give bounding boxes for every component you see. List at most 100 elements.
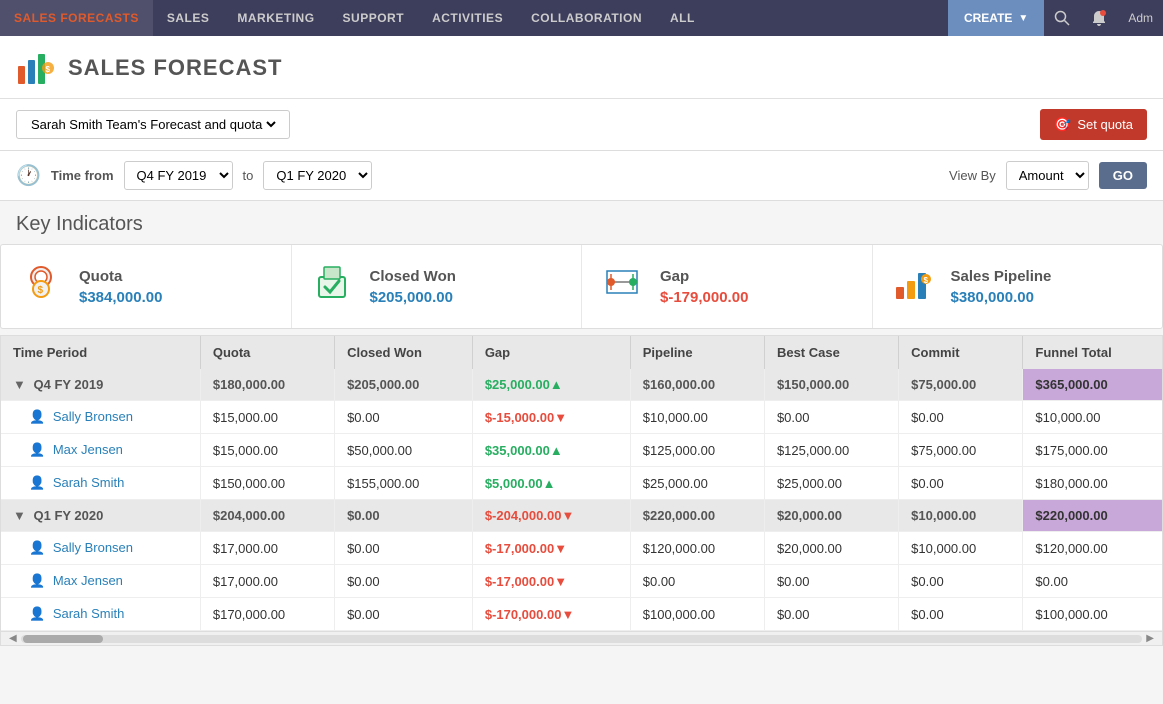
person-funnel-total-0-0: $10,000.00 — [1023, 401, 1162, 434]
table-row: 👤 Max Jensen $17,000.00 $0.00 $-17,000.0… — [1, 565, 1162, 598]
nav-item-sales[interactable]: SALES — [153, 0, 224, 36]
person-closed-won-1-1: $0.00 — [335, 565, 473, 598]
person-pipeline-1-0: $120,000.00 — [630, 532, 764, 565]
page-header: $ SALES FORECAST — [0, 36, 1163, 99]
time-icon: 🕐 — [16, 163, 41, 188]
sales-pipeline-label: Sales Pipeline — [951, 268, 1052, 285]
period-quota-0: $180,000.00 — [200, 369, 334, 401]
person-pipeline-0-1: $125,000.00 — [630, 434, 764, 467]
svg-text:$: $ — [923, 276, 928, 285]
col-gap: Gap — [472, 336, 630, 369]
target-icon: 🎯 — [1054, 116, 1071, 133]
top-navigation: SALES FORECASTS SALES MARKETING SUPPORT … — [0, 0, 1163, 36]
person-pipeline-1-1: $0.00 — [630, 565, 764, 598]
forecast-table: Time Period Quota Closed Won Gap Pipelin… — [1, 336, 1162, 631]
time-from-select[interactable]: Q4 FY 2019 — [124, 161, 233, 190]
person-pipeline-0-2: $25,000.00 — [630, 467, 764, 500]
create-button[interactable]: CREATE ▼ — [948, 0, 1044, 36]
person-icon: 👤 — [29, 409, 45, 424]
quota-value: $384,000.00 — [79, 289, 162, 306]
sales-forecast-icon: $ — [16, 48, 56, 88]
indicator-sales-pipeline: $ Sales Pipeline $380,000.00 — [873, 245, 1163, 328]
person-link[interactable]: Sarah Smith — [53, 475, 125, 490]
key-indicators-heading: Key Indicators — [0, 201, 1163, 244]
table-row: 👤 Sarah Smith $170,000.00 $0.00 $-170,00… — [1, 598, 1162, 631]
time-from-label: Time from — [51, 168, 114, 183]
page-title: SALES FORECAST — [68, 55, 282, 81]
period-closed-won-1: $0.00 — [335, 500, 473, 532]
person-link[interactable]: Max Jensen — [53, 442, 123, 457]
quota-icon: $ — [17, 259, 65, 314]
key-indicators-container: $ Quota $384,000.00 Closed Won $205,000.… — [0, 244, 1163, 329]
horizontal-scrollbar[interactable]: ◀ ▶ — [1, 631, 1162, 645]
person-pipeline-0-0: $10,000.00 — [630, 401, 764, 434]
nav-item-sales-forecasts[interactable]: SALES FORECASTS — [0, 0, 153, 36]
search-icon-button[interactable] — [1044, 0, 1080, 36]
chevron-icon[interactable]: ▼ — [13, 377, 26, 392]
table-row: 👤 Max Jensen $15,000.00 $50,000.00 $35,0… — [1, 434, 1162, 467]
col-funnel-total: Funnel Total — [1023, 336, 1162, 369]
sales-pipeline-value: $380,000.00 — [951, 289, 1052, 306]
svg-text:$: $ — [46, 65, 51, 74]
create-label: CREATE — [964, 11, 1012, 25]
table-row: 👤 Sally Bronsen $17,000.00 $0.00 $-17,00… — [1, 532, 1162, 565]
gap-icon — [598, 259, 646, 314]
person-link[interactable]: Sally Bronsen — [53, 409, 133, 424]
person-link[interactable]: Max Jensen — [53, 573, 123, 588]
person-gap-0-1: $35,000.00▲ — [472, 434, 630, 467]
sales-pipeline-icon: $ — [889, 259, 937, 314]
nav-item-activities[interactable]: ACTIVITIES — [418, 0, 517, 36]
scrollbar-thumb[interactable] — [23, 635, 103, 643]
person-funnel-total-0-2: $180,000.00 — [1023, 467, 1162, 500]
person-commit-0-0: $0.00 — [899, 401, 1023, 434]
period-pipeline-0: $160,000.00 — [630, 369, 764, 401]
scrollbar-track — [21, 635, 1143, 643]
scroll-right-arrow[interactable]: ▶ — [1142, 633, 1158, 644]
person-quota-1-0: $17,000.00 — [200, 532, 334, 565]
closed-won-label: Closed Won — [370, 268, 456, 285]
person-commit-0-1: $75,000.00 — [899, 434, 1023, 467]
go-button[interactable]: GO — [1099, 162, 1147, 189]
period-best-case-1: $20,000.00 — [764, 500, 898, 532]
person-quota-0-2: $150,000.00 — [200, 467, 334, 500]
time-to-select[interactable]: Q1 FY 2020 — [263, 161, 372, 190]
person-icon: 👤 — [29, 573, 45, 588]
person-closed-won-1-0: $0.00 — [335, 532, 473, 565]
forecast-select-dropdown[interactable]: Sarah Smith Team's Forecast and quota — [16, 110, 290, 139]
person-quota-1-1: $17,000.00 — [200, 565, 334, 598]
notifications-icon-button[interactable] — [1080, 0, 1118, 36]
period-commit-0: $75,000.00 — [899, 369, 1023, 401]
person-gap-0-2: $5,000.00▲ — [472, 467, 630, 500]
person-closed-won-1-2: $0.00 — [335, 598, 473, 631]
create-caret-icon: ▼ — [1018, 13, 1028, 24]
person-gap-1-0: $-17,000.00▼ — [472, 532, 630, 565]
period-quota-1: $204,000.00 — [200, 500, 334, 532]
set-quota-button[interactable]: 🎯 Set quota — [1040, 109, 1147, 140]
svg-text:$: $ — [38, 285, 44, 296]
person-quota-0-0: $15,000.00 — [200, 401, 334, 434]
nav-item-collaboration[interactable]: COLLABORATION — [517, 0, 656, 36]
person-commit-1-1: $0.00 — [899, 565, 1023, 598]
nav-item-marketing[interactable]: MARKETING — [223, 0, 328, 36]
person-name-0-0: 👤 Sally Bronsen — [1, 401, 200, 434]
view-by-label: View By — [949, 168, 996, 183]
person-link[interactable]: Sarah Smith — [53, 606, 125, 621]
scroll-left-arrow[interactable]: ◀ — [5, 633, 21, 644]
view-by-select[interactable]: Amount — [1006, 161, 1089, 190]
person-icon: 👤 — [29, 475, 45, 490]
person-commit-1-0: $10,000.00 — [899, 532, 1023, 565]
indicator-quota: $ Quota $384,000.00 — [1, 245, 292, 328]
indicator-gap: Gap $-179,000.00 — [582, 245, 873, 328]
period-gap-1: $-204,000.00▼ — [472, 500, 630, 532]
chevron-icon[interactable]: ▼ — [13, 508, 26, 523]
filter-bar: 🕐 Time from Q4 FY 2019 to Q1 FY 2020 Vie… — [0, 151, 1163, 201]
nav-item-all[interactable]: ALL — [656, 0, 709, 36]
table-row: 👤 Sally Bronsen $15,000.00 $0.00 $-15,00… — [1, 401, 1162, 434]
person-gap-0-0: $-15,000.00▼ — [472, 401, 630, 434]
person-link[interactable]: Sally Bronsen — [53, 540, 133, 555]
person-funnel-total-1-2: $100,000.00 — [1023, 598, 1162, 631]
closed-won-value: $205,000.00 — [370, 289, 456, 306]
nav-item-support[interactable]: SUPPORT — [329, 0, 419, 36]
forecast-select[interactable]: Sarah Smith Team's Forecast and quota — [27, 116, 279, 133]
person-name-1-1: 👤 Max Jensen — [1, 565, 200, 598]
